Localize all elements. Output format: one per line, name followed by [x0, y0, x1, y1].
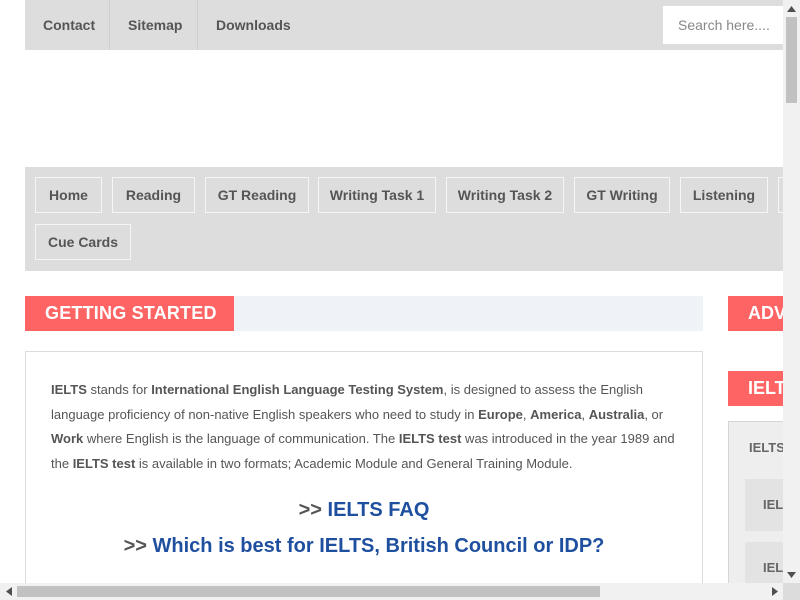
intro-text: , or — [644, 406, 664, 422]
nav-writing-task-1[interactable]: Writing Task 1 — [318, 177, 436, 213]
nav-gt-writing[interactable]: GT Writing — [574, 177, 670, 213]
scroll-left-icon[interactable] — [0, 583, 17, 600]
which-arrow: >> — [123, 535, 147, 557]
intro-keyword: Work — [51, 431, 84, 447]
nav-home[interactable]: Home — [35, 177, 102, 213]
vertical-scrollbar[interactable] — [783, 0, 800, 583]
ielts-faq-link[interactable]: IELTS FAQ — [328, 499, 430, 521]
intro-keyword: Europe — [478, 406, 523, 422]
intro-box: IELTS stands for International English L… — [25, 351, 703, 583]
sidebar-item[interactable]: IEL — [745, 542, 783, 583]
nav-cue-cards[interactable]: Cue Cards — [35, 224, 131, 260]
section-title: GETTING STARTED — [25, 296, 234, 331]
vertical-scroll-thumb[interactable] — [786, 17, 797, 103]
intro-keyword: America — [530, 406, 582, 422]
faq-link-line: >> IELTS FAQ — [26, 499, 702, 522]
scrollbar-corner — [783, 583, 800, 600]
which-link-line: >> Which is best for IELTS, British Coun… — [26, 535, 702, 558]
scroll-right-icon[interactable] — [766, 583, 783, 600]
downloads-link[interactable]: Downloads — [198, 0, 303, 50]
top-bar: Contact Sitemap Downloads — [25, 0, 783, 50]
sidebar-ielts-title: IELT — [728, 371, 783, 406]
intro-keyword: IELTS — [51, 382, 87, 397]
nav-listening[interactable]: Listening — [680, 177, 768, 213]
scroll-up-icon[interactable] — [783, 0, 800, 17]
page-viewport: Contact Sitemap Downloads Home Reading G… — [0, 0, 783, 583]
intro-text: , — [581, 406, 589, 422]
contact-link[interactable]: Contact — [25, 0, 110, 50]
intro-paragraph: IELTS stands for International English L… — [51, 378, 681, 477]
intro-keyword: Australia — [588, 406, 645, 422]
sidebar-box: IELTS IEL IEL — [728, 421, 783, 583]
intro-text: is available in two formats; Academic Mo… — [135, 456, 573, 472]
which-best-link[interactable]: Which is best for IELTS, British Council… — [153, 535, 605, 557]
intro-keyword: IELTS test — [398, 431, 462, 447]
intro-text: where English is the language of communi… — [83, 431, 399, 447]
horizontal-scroll-thumb[interactable] — [17, 586, 600, 597]
section-header: GETTING STARTED — [25, 296, 703, 331]
search-input[interactable] — [663, 6, 783, 44]
intro-keyword: International English Language Testing S… — [151, 382, 444, 397]
intro-keyword: IELTS test — [72, 456, 136, 472]
main-nav: Home Reading GT Reading Writing Task 1 W… — [25, 167, 783, 271]
nav-reading[interactable]: Reading — [112, 177, 195, 213]
scroll-down-icon[interactable] — [783, 566, 800, 583]
sidebar-item[interactable]: IEL — [745, 479, 783, 531]
sidebar-box-label: IELTS — [749, 440, 783, 455]
horizontal-scrollbar[interactable] — [0, 583, 783, 600]
intro-text: stands for — [86, 382, 152, 397]
nav-gt-reading[interactable]: GT Reading — [205, 177, 309, 213]
sidebar-adv-title: ADV — [728, 296, 783, 331]
sitemap-link[interactable]: Sitemap — [110, 0, 198, 50]
faq-arrow: >> — [298, 499, 322, 521]
nav-writing-task-2[interactable]: Writing Task 2 — [446, 177, 564, 213]
